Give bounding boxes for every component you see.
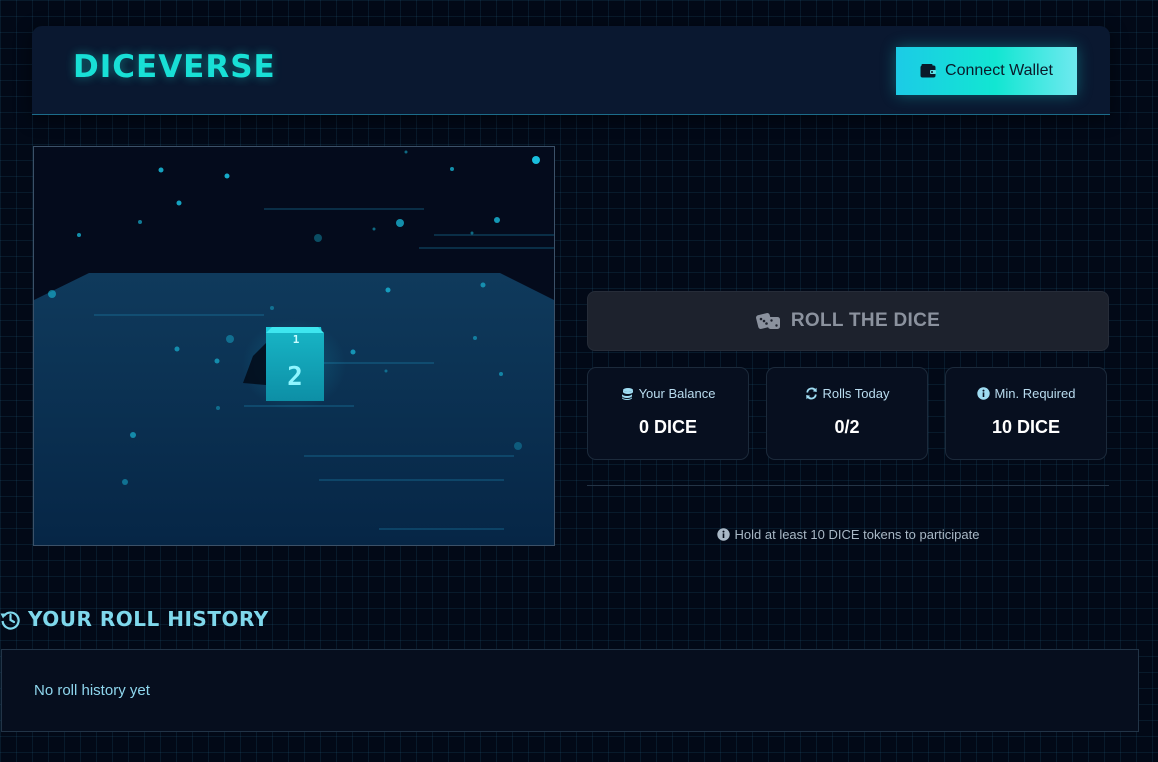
rolls-today-value: 0/2 — [834, 417, 860, 437]
info-icon — [716, 528, 730, 541]
history-empty-text: No roll history yet — [34, 682, 150, 699]
dice-scene[interactable]: 1 2 — [33, 146, 555, 546]
connect-wallet-button[interactable]: Connect Wallet — [896, 47, 1077, 95]
roll-dice-button[interactable]: ROLL THE DICE — [587, 291, 1109, 351]
info-icon — [976, 387, 990, 400]
divider — [587, 485, 1109, 486]
connect-wallet-label: Connect Wallet — [945, 62, 1053, 79]
rolls-today-label: Rolls Today — [822, 386, 890, 401]
history-panel: No roll history yet — [1, 649, 1139, 732]
history-icon — [0, 611, 20, 630]
die[interactable]: 1 2 — [242, 319, 346, 411]
rolls-today-card: Rolls Today 0/2 — [766, 367, 928, 460]
roll-dice-label: ROLL THE DICE — [790, 310, 941, 331]
history-heading: YOUR ROLL HISTORY — [0, 607, 269, 631]
coins-icon — [621, 388, 633, 400]
participation-note-text: Hold at least 10 DICE tokens to particip… — [734, 527, 980, 542]
min-required-label: Min. Required — [994, 386, 1076, 401]
balance-label: Your Balance — [638, 386, 716, 401]
app-header: DICEVERSE Connect Wallet — [32, 26, 1110, 115]
die-front-number: 2 — [287, 362, 303, 392]
refresh-icon — [805, 387, 817, 400]
dice-icon — [755, 313, 780, 329]
history-title: YOUR ROLL HISTORY — [28, 607, 269, 631]
balance-card: Your Balance 0 DICE — [587, 367, 749, 460]
min-required-card: Min. Required 10 DICE — [945, 367, 1107, 460]
app-logo: DICEVERSE — [73, 49, 276, 85]
min-required-value: 10 DICE — [991, 417, 1061, 437]
balance-value: 0 DICE — [638, 417, 698, 437]
participation-note: Hold at least 10 DICE tokens to particip… — [587, 527, 1109, 542]
die-top-number: 1 — [293, 333, 300, 346]
wallet-icon — [920, 64, 937, 78]
